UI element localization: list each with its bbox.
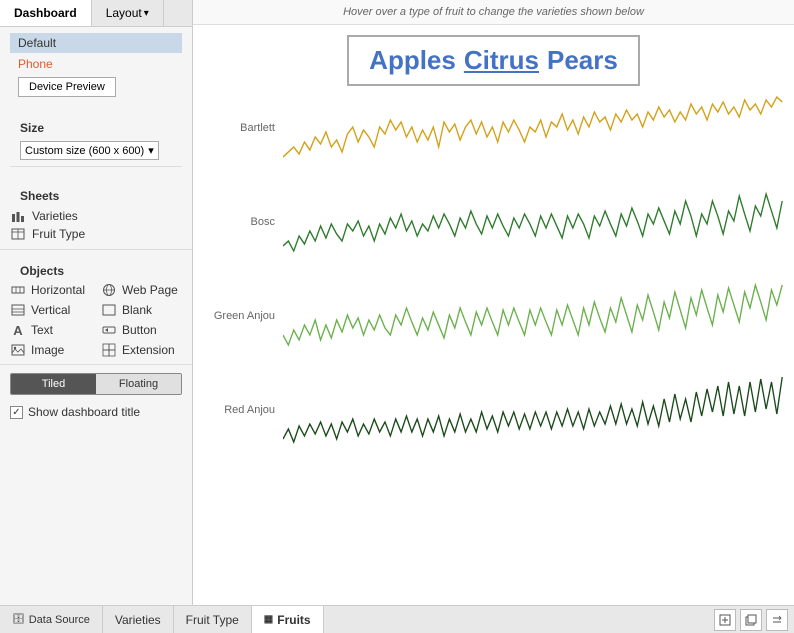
sheet-fruit-type-label: Fruit Type (32, 227, 85, 241)
horizontal-layout-icon (10, 283, 26, 297)
object-extension-label: Extension (122, 343, 175, 357)
fruit-title-apples[interactable]: Apples (369, 45, 456, 76)
label-bosc: Bosc (203, 186, 283, 228)
sheets-section: Sheets Varieties (0, 175, 192, 250)
object-vertical-label: Vertical (31, 303, 70, 317)
show-title-label: Show dashboard title (28, 405, 140, 419)
object-image[interactable]: Image (10, 342, 91, 358)
sheets-title: Sheets (20, 189, 172, 203)
object-horizontal[interactable]: Horizontal (10, 282, 91, 298)
chart-row-bosc: Bosc (203, 186, 784, 276)
default-label[interactable]: Default (10, 33, 182, 53)
object-text[interactable]: A Text (10, 322, 91, 338)
size-select[interactable]: Custom size (600 x 600) ▾ (20, 141, 159, 160)
chart-red-anjou (283, 374, 784, 464)
chart-bosc (283, 186, 784, 276)
chart-row-green-anjou: Green Anjou (203, 280, 784, 370)
bottom-icons (708, 606, 794, 633)
chart-row-red-anjou: Red Anjou (203, 374, 784, 464)
table-chart-icon (10, 227, 26, 241)
objects-title: Objects (20, 264, 172, 278)
size-section: Size Custom size (600 x 600) ▾ (0, 105, 192, 175)
object-webpage-label: Web Page (122, 283, 178, 297)
object-blank-label: Blank (122, 303, 152, 317)
tab-varieties-label: Varieties (115, 613, 161, 627)
hover-hint: Hover over a type of fruit to change the… (193, 0, 794, 25)
objects-grid: Horizontal Web Page Vertical (10, 282, 182, 358)
sidebar: Dashboard Layout ▾ Default Phone Device … (0, 0, 193, 605)
bottom-tab-datasource[interactable]: 🗄 Data Source (0, 606, 103, 633)
button-icon (101, 323, 117, 337)
sheet-varieties-label: Varieties (32, 209, 78, 223)
bottom-tab-varieties[interactable]: Varieties (103, 606, 174, 633)
floating-button[interactable]: Floating (96, 374, 181, 394)
chart-bartlett (283, 92, 784, 182)
fruit-title-citrus[interactable]: Citrus (464, 45, 539, 76)
bottom-bar: 🗄 Data Source Varieties Fruit Type ▦ Fru… (0, 605, 794, 633)
tiled-button[interactable]: Tiled (11, 374, 96, 394)
phone-label[interactable]: Phone (10, 55, 182, 73)
sidebar-tabs: Dashboard Layout ▾ (0, 0, 192, 27)
size-row: Custom size (600 x 600) ▾ (10, 139, 182, 167)
object-extension[interactable]: Extension (101, 342, 182, 358)
globe-icon (101, 283, 117, 297)
bar-chart-icon (10, 209, 26, 223)
label-green-anjou: Green Anjou (203, 280, 283, 322)
object-vertical[interactable]: Vertical (10, 302, 91, 318)
datasource-icon: 🗄 (12, 614, 25, 625)
sidebar-item-varieties[interactable]: Varieties (10, 207, 182, 225)
object-horizontal-label: Horizontal (31, 283, 85, 297)
tab-fruit-type-label: Fruit Type (186, 613, 239, 627)
sidebar-item-fruit-type[interactable]: Fruit Type (10, 225, 182, 243)
tab-dashboard[interactable]: Dashboard (0, 0, 92, 26)
object-webpage[interactable]: Web Page (101, 282, 182, 298)
charts-area: Bartlett Bosc Green Anjou (193, 92, 794, 605)
size-title: Size (20, 121, 172, 135)
datasource-label: Data Source (29, 614, 90, 626)
chart-green-anjou (283, 280, 784, 370)
fruit-title-box: Apples Citrus Pears (347, 35, 640, 86)
object-blank[interactable]: Blank (101, 302, 182, 318)
tab-layout[interactable]: Layout ▾ (92, 0, 164, 26)
chart-row-bartlett: Bartlett (203, 92, 784, 182)
extension-icon (101, 343, 117, 357)
object-text-label: Text (31, 323, 53, 337)
objects-section: Objects Horizontal Web Page (0, 250, 192, 365)
tiled-floating-toggle: Tiled Floating (10, 373, 182, 395)
device-preview-button[interactable]: Device Preview (18, 77, 116, 97)
blank-icon (101, 303, 117, 317)
show-title-row[interactable]: Show dashboard title (0, 401, 192, 423)
label-bartlett: Bartlett (203, 92, 283, 134)
device-preview-area: Default Phone Device Preview (0, 27, 192, 105)
image-icon (10, 343, 26, 357)
chart-header: Apples Citrus Pears (193, 25, 794, 92)
object-button-label: Button (122, 323, 157, 337)
label-red-anjou: Red Anjou (203, 374, 283, 416)
text-icon: A (10, 323, 26, 337)
object-image-label: Image (31, 343, 64, 357)
main-content: Hover over a type of fruit to change the… (193, 0, 794, 605)
bottom-tab-fruits[interactable]: ▦ Fruits (252, 606, 324, 633)
duplicate-sheet-button[interactable] (740, 609, 762, 631)
fruit-title-pears[interactable]: Pears (547, 45, 618, 76)
object-button[interactable]: Button (101, 322, 182, 338)
bottom-tab-fruit-type[interactable]: Fruit Type (174, 606, 252, 633)
size-dropdown-icon: ▾ (148, 144, 154, 157)
show-title-checkbox[interactable] (10, 406, 23, 419)
layout-arrow-icon: ▾ (144, 8, 149, 19)
sort-sheets-button[interactable] (766, 609, 788, 631)
grid-icon: ▦ (264, 614, 273, 625)
tab-fruits-label: Fruits (277, 613, 310, 627)
new-sheet-button[interactable] (714, 609, 736, 631)
vertical-layout-icon (10, 303, 26, 317)
